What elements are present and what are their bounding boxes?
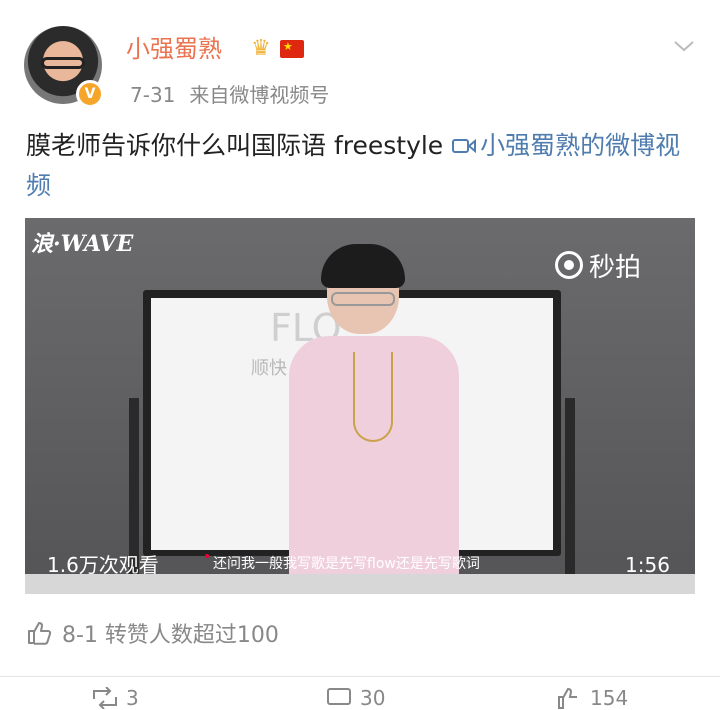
comment-button[interactable]: 30 [326, 686, 386, 710]
view-count: 1.6万次观看 [47, 553, 159, 577]
miaopai-label: 秒拍 [589, 252, 642, 283]
comment-icon [327, 688, 351, 705]
post-source[interactable]: 来自微博视频号 [189, 83, 329, 107]
crown-icon: ♛ [251, 36, 271, 61]
video-duration: 1:56 [625, 553, 670, 577]
avatar-glasses [41, 57, 85, 69]
chevron-down-icon[interactable] [672, 34, 696, 58]
subtitle-text: 还问我一般我写歌是先写flow还是先写歌词 [213, 556, 480, 572]
miaopai-watermark: 秒拍 [555, 248, 642, 283]
post-date: 7-31 [130, 83, 176, 107]
video-camera-icon [452, 138, 477, 154]
post-content: 膜老师告诉你什么叫国际语 freestyle 小强蜀熟的微博视频 [26, 126, 696, 206]
verified-badge-icon: V [76, 80, 104, 108]
repost-count: 3 [126, 686, 139, 710]
repost-button[interactable]: 3 [92, 686, 139, 710]
comment-count: 30 [360, 686, 386, 710]
subtitle-dot [205, 554, 209, 558]
video-player[interactable]: FLO 顺快 浪·WAVE 秒拍 1.6万次观看 还问我一般我写歌是先写flow… [25, 218, 695, 594]
like-icon [558, 687, 577, 709]
necklace [353, 352, 393, 442]
video-subtitle: 还问我一般我写歌是先写flow还是先写歌词 [205, 554, 480, 574]
post-text: 膜老师告诉你什么叫国际语 freestyle [26, 131, 452, 160]
repost-icon [93, 687, 117, 709]
likes-summary-text: 8-1 转赞人数超过100 [62, 623, 279, 648]
person-glasses [331, 292, 395, 306]
whiteboard-text-2: 顺快 [251, 358, 287, 379]
divider [0, 676, 720, 677]
miaopai-logo-icon [555, 251, 583, 279]
thumbs-up-icon [28, 622, 52, 645]
post-meta: 7-31 来自微博视频号 [130, 82, 329, 108]
likes-summary[interactable]: 8-1 转赞人数超过100 [26, 618, 279, 648]
username[interactable]: 小强蜀熟 [126, 34, 222, 64]
board-stand-right [565, 398, 575, 594]
china-flag-icon: ★ [280, 40, 304, 58]
like-button[interactable]: 154 [556, 686, 629, 710]
wave-logo: 浪·WAVE [31, 231, 134, 257]
like-count: 154 [590, 686, 629, 710]
